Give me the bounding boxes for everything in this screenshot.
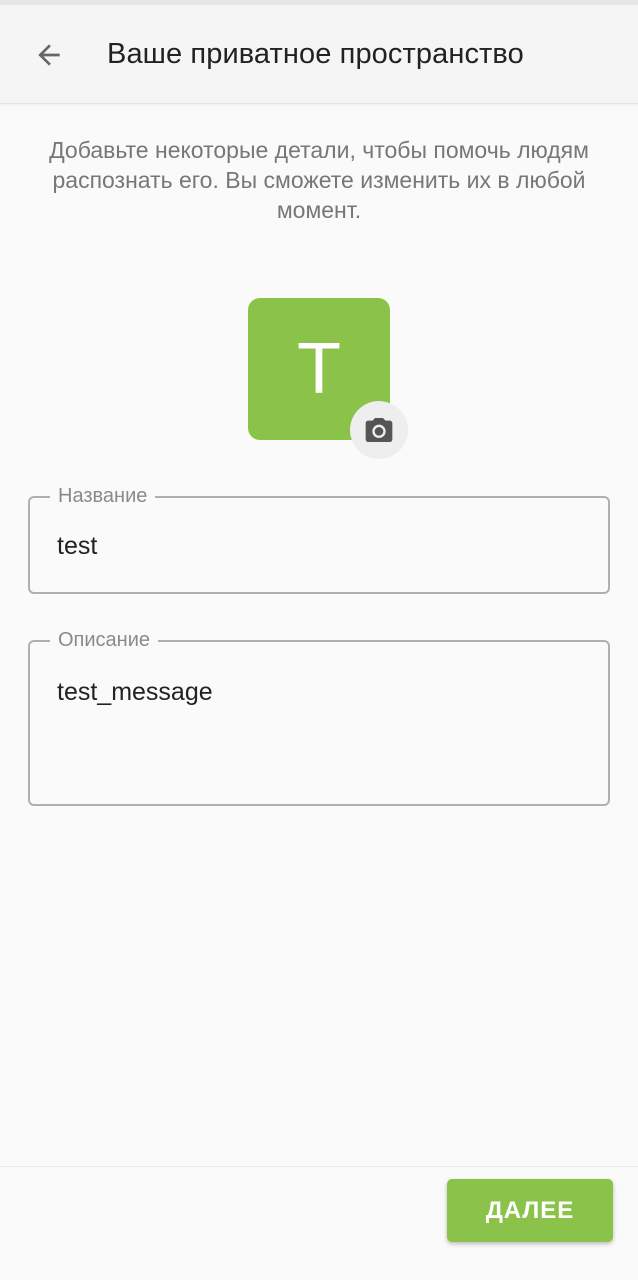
avatar-letter: T — [297, 329, 341, 409]
description-field-label: Описание — [50, 628, 159, 652]
back-button[interactable] — [22, 28, 76, 82]
intro-description: Добавьте некоторые детали, чтобы помочь … — [49, 137, 589, 223]
app-bar: Ваше приватное пространство — [0, 5, 638, 104]
description-field-value[interactable]: test_message — [57, 677, 213, 707]
description-field[interactable]: Описание test_message — [28, 628, 610, 806]
name-field[interactable]: Название test — [28, 484, 610, 594]
bottom-divider — [0, 1166, 638, 1167]
avatar-container: T — [248, 298, 410, 460]
camera-icon — [365, 418, 393, 442]
change-avatar-button[interactable] — [350, 401, 408, 459]
name-field-value[interactable]: test — [57, 531, 97, 561]
page-title: Ваше приватное пространство — [107, 38, 524, 70]
name-field-label: Название — [50, 484, 156, 508]
next-button[interactable]: ДАЛЕЕ — [447, 1179, 613, 1242]
arrow-back-icon — [38, 44, 60, 66]
